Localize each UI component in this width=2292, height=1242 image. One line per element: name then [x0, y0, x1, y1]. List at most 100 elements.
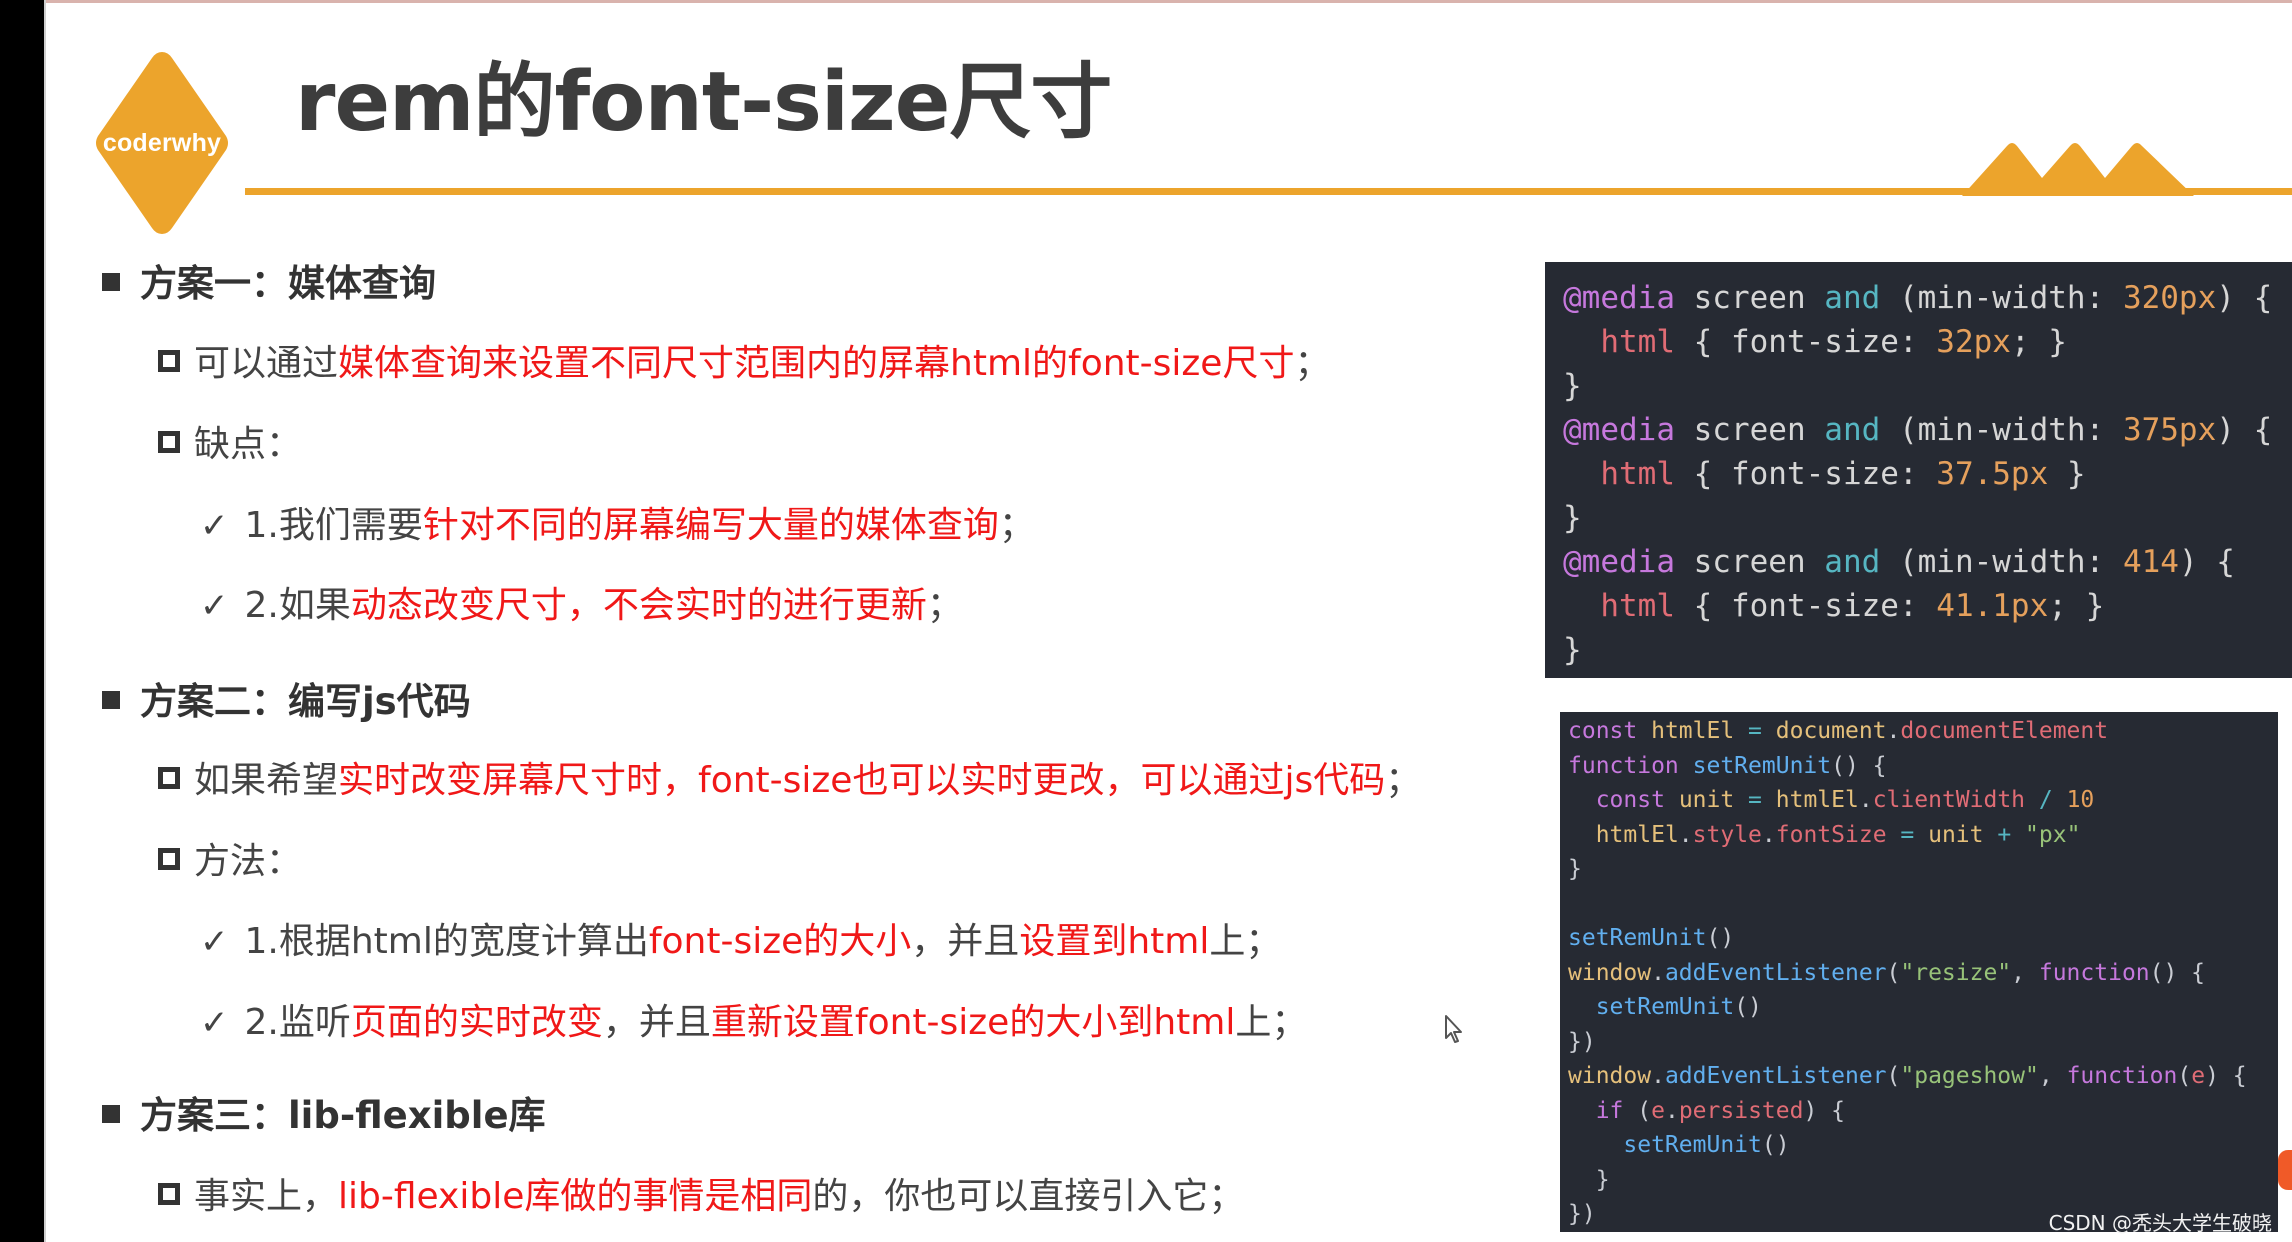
code-token: ) { — [2216, 412, 2273, 448]
code-token: function — [2038, 959, 2150, 986]
code-token: @media — [1563, 544, 1675, 580]
highlighted-text: 动态改变尺寸，不会实时的进行更新 — [350, 585, 927, 626]
code-token: . — [1678, 821, 1693, 848]
code-line: } — [1568, 1163, 2278, 1198]
code-token: = — [1886, 821, 1929, 848]
mouse-cursor-icon — [1444, 1014, 1466, 1044]
code-token: (min-width: — [1880, 280, 2123, 316]
code-token: ( — [2177, 1063, 2192, 1089]
code-token: . — [1651, 959, 1665, 986]
highlighted-text: 实时改变屏幕尺寸时，font-size也可以实时更改，可以通过js代码 — [338, 760, 1386, 801]
code-token: clientWidth — [1872, 787, 2026, 813]
code-token: . — [1886, 718, 1901, 744]
code-token: setRemUnit — [1568, 925, 1707, 951]
code-token: ) { — [1803, 1097, 1845, 1124]
code-token: 37.5px — [1936, 456, 2049, 492]
code-block-media-queries: @media screen and (min-width: 320px) { h… — [1545, 262, 2292, 678]
code-token: . — [1664, 1097, 1679, 1124]
code-token: = — [1734, 718, 1776, 744]
code-token: } — [2048, 456, 2086, 492]
list-item-text: 2.监听 — [244, 1002, 351, 1043]
code-token: () — [1706, 925, 1735, 951]
code-line: }) — [1568, 1025, 2278, 1060]
code-line: if (e.persisted) { — [1568, 1094, 2278, 1129]
code-token: fontSize — [1775, 821, 1887, 848]
filled-square-bullet-icon — [102, 272, 120, 291]
code-token: window — [1568, 959, 1652, 986]
highlighted-text: font-size的大小 — [648, 921, 912, 962]
highlighted-text: 页面的实时改变 — [350, 1002, 603, 1043]
code-token: { font-size: — [1674, 324, 1937, 360]
code-token: "resize" — [1900, 959, 2012, 986]
code-line: html { font-size: 32px; } — [1563, 320, 2292, 364]
code-token: , — [2038, 1063, 2067, 1089]
code-token: @media — [1563, 412, 1675, 448]
section-heading-text: 方案二：编写js代码 — [140, 680, 471, 723]
section-heading-text: 方案三：lib-flexible库 — [140, 1094, 546, 1137]
code-line: const htmlEl = document.documentElement — [1568, 714, 2278, 749]
code-token: ) { — [2205, 1063, 2247, 1089]
section-heading-text: 方案一：媒体查询 — [140, 262, 436, 305]
code-line: window.addEventListener("resize", functi… — [1568, 956, 2278, 991]
code-token: ; } — [2010, 324, 2067, 360]
code-line: } — [1563, 364, 2292, 408]
hollow-square-bullet-icon — [158, 848, 180, 870]
code-token: style — [1692, 821, 1762, 848]
code-token: 375px — [2122, 412, 2217, 448]
code-token: } — [1563, 368, 1582, 404]
list-item: 事实上，lib-flexible库做的事情是相同的，你也可以直接引入它； — [158, 1179, 1244, 1215]
code-token: addEventListener — [1664, 1063, 1887, 1089]
hollow-square-bullet-icon — [158, 1183, 180, 1205]
code-token: html — [1600, 324, 1675, 360]
code-line: } — [1563, 496, 2292, 540]
mountain-peaks-decoration — [1962, 140, 2247, 196]
code-token: { font-size: — [1674, 588, 1937, 624]
code-token: () — [1761, 1132, 1790, 1158]
code-token: 10 — [2066, 787, 2095, 813]
code-token: , — [2011, 959, 2039, 986]
code-token: screen — [1674, 544, 1825, 580]
edge-badge-icon — [2278, 1150, 2292, 1190]
code-block-js-rem: const htmlEl = document.documentElement f… — [1560, 712, 2278, 1232]
code-line: @media screen and (min-width: 320px) { — [1563, 276, 2292, 320]
code-token: 320px — [2122, 280, 2217, 316]
code-token: if — [1595, 1097, 1624, 1124]
highlighted-text: 重新设置font-size的大小到html — [710, 1002, 1236, 1043]
code-token: }) — [1568, 1201, 1596, 1227]
code-line: @media screen and (min-width: 375px) { — [1563, 408, 2292, 452]
check-list-item: ✓ 2.如果动态改变尺寸，不会实时的进行更新； — [200, 588, 963, 624]
code-token: screen — [1674, 412, 1825, 448]
code-token: htmlEl — [1775, 787, 1859, 813]
slide-title: rem的font-size尺寸 — [295, 55, 1112, 150]
code-token: and — [1824, 280, 1881, 316]
checkmark-icon: ✓ — [200, 1003, 229, 1043]
code-token: 414 — [2122, 544, 2179, 580]
highlighted-text: 媒体查询来设置不同尺寸范围内的屏幕html的font-size尺寸 — [338, 343, 1295, 384]
list-item-text: 的，你也可以直接引入它； — [812, 1176, 1245, 1217]
code-token: ( — [1886, 1063, 1901, 1089]
code-line: setRemUnit() — [1568, 1128, 2278, 1163]
code-line: html { font-size: 37.5px } — [1563, 452, 2292, 496]
list-item-text: ； — [998, 505, 1035, 546]
code-line: function setRemUnit() { — [1568, 749, 2278, 784]
code-line: htmlEl.style.fontSize = unit + "px" — [1568, 818, 2278, 853]
checkmark-icon: ✓ — [200, 506, 229, 546]
code-token: unit — [1928, 821, 1984, 848]
list-item-text: 上； — [1235, 1002, 1308, 1043]
code-token: persisted — [1678, 1097, 1804, 1124]
hollow-square-bullet-icon — [158, 767, 180, 789]
check-list-item: ✓ 1.我们需要针对不同的屏幕编写大量的媒体查询； — [200, 508, 1035, 544]
code-token: function — [1568, 752, 1679, 779]
highlighted-text: 针对不同的屏幕编写大量的媒体查询 — [422, 505, 999, 546]
code-token: + — [1983, 821, 2026, 848]
code-token: e — [2191, 1063, 2206, 1089]
code-token: } — [1568, 856, 1582, 882]
code-token: screen — [1674, 280, 1825, 316]
coderwhy-logo: coderwhy — [92, 48, 232, 238]
